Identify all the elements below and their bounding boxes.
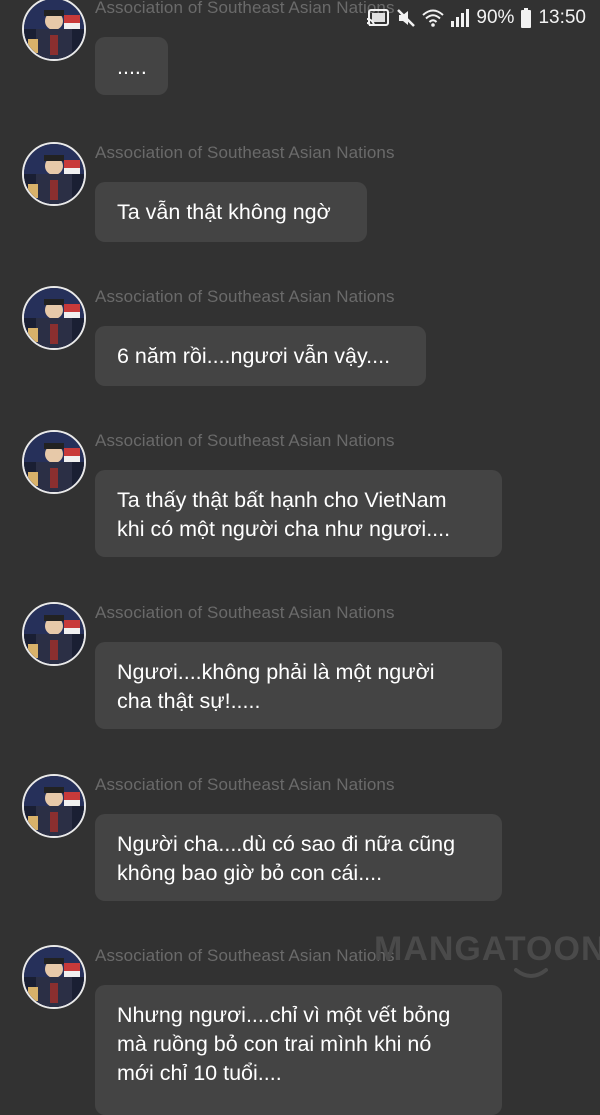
message-line: không bao giờ bỏ con cái.... (117, 861, 383, 885)
message-bubble: Ngươi....không phải là một người cha thậ… (95, 642, 502, 729)
message-line: Nhưng ngươi....chỉ vì một vết bỏng (117, 1003, 451, 1027)
message-bubble: Người cha....dù có sao đi nữa cũng không… (95, 814, 502, 901)
sender-name: Association of Southeast Asian Nations (95, 603, 395, 622)
sender-name: Association of Southeast Asian Nations (95, 946, 395, 965)
avatar-image (24, 432, 84, 492)
avatar[interactable] (22, 774, 86, 838)
watermark-text: MANGATOON (374, 930, 600, 968)
battery-percent: 90% (476, 7, 515, 28)
avatar-image (24, 604, 84, 664)
mute-icon (396, 8, 416, 28)
message-line: Người cha....dù có sao đi nữa cũng (117, 832, 456, 856)
avatar[interactable] (22, 0, 86, 61)
message-bubble: Ta thấy thật bất hạnh cho VietNam khi có… (95, 470, 502, 557)
message-line: Ngươi....không phải là một người (117, 660, 435, 684)
message-bubble: Nhưng ngươi....chỉ vì một vết bỏng mà ru… (95, 985, 502, 1115)
message-line: 6 năm rồi....ngươi vẫn vậy.... (117, 344, 391, 368)
signal-icon (450, 9, 470, 27)
message-bubble: 6 năm rồi....ngươi vẫn vậy.... (95, 326, 426, 386)
message-line: khi có một người cha như ngươi.... (117, 517, 451, 541)
avatar-image (24, 0, 84, 59)
avatar-image (24, 144, 84, 204)
watermark-logo: MANGATOON (374, 930, 600, 978)
sender-name: Association of Southeast Asian Nations (95, 775, 395, 794)
message-line: mà ruồng bỏ con trai mình khi nó (117, 1032, 432, 1056)
avatar[interactable] (22, 430, 86, 494)
sender-name: Association of Southeast Asian Nations (95, 0, 395, 17)
message-bubble: Ta vẫn thật không ngờ (95, 182, 367, 242)
sender-name: Association of Southeast Asian Nations (95, 287, 395, 306)
smile-icon (514, 968, 548, 978)
avatar[interactable] (22, 142, 86, 206)
clock-time: 13:50 (538, 7, 586, 28)
wifi-icon (422, 9, 445, 27)
message-line: mới chỉ 10 tuổi.... (117, 1061, 282, 1085)
message-line: cha thật sự!..... (117, 689, 261, 713)
avatar[interactable] (22, 286, 86, 350)
message-bubble: ..... (95, 37, 168, 95)
avatar[interactable] (22, 602, 86, 666)
message-line: ..... (117, 55, 147, 79)
sender-name: Association of Southeast Asian Nations (95, 143, 395, 162)
avatar-image (24, 947, 84, 1007)
cast-icon (366, 9, 390, 27)
avatar-image (24, 288, 84, 348)
avatar-image (24, 776, 84, 836)
sender-name: Association of Southeast Asian Nations (95, 431, 395, 450)
message-line: Ta thấy thật bất hạnh cho VietNam (117, 488, 447, 512)
message-line: Ta vẫn thật không ngờ (117, 200, 331, 224)
chat-messages: Association of Southeast Asian Nations .… (0, 0, 600, 1115)
status-bar: 90% 13:50 (366, 0, 600, 36)
battery-icon (520, 8, 532, 28)
avatar[interactable] (22, 945, 86, 1009)
